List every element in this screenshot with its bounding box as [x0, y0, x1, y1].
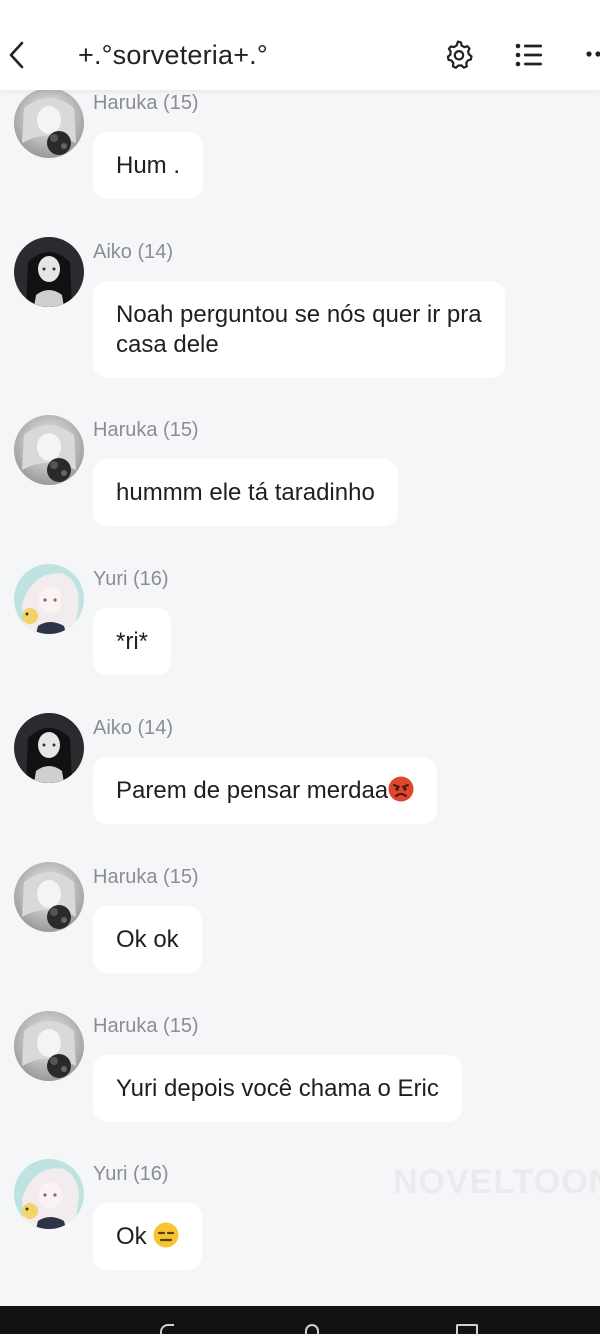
chat-screen: Haruka (15) Hum . Aiko (14) Noah pergunt… [0, 0, 600, 1334]
sender-name: Yuri (16) [93, 568, 169, 590]
message-text: Yuri depois você chama o Eric [116, 1075, 439, 1102]
nav-recents-icon[interactable] [456, 1324, 478, 1334]
menu-list-button[interactable] [513, 40, 545, 70]
message-text: Hum . [116, 152, 181, 179]
chat-title: +.°sorveteria+.° [78, 40, 268, 70]
message-text: Noah perguntou se nós quer ir pra casa d… [116, 301, 482, 358]
message-bubble[interactable]: *ri* [93, 608, 172, 675]
chevron-left-icon [9, 41, 24, 69]
message-text: hummm ele tá taradinho [116, 479, 375, 506]
more-icon [586, 51, 600, 57]
message-bubble[interactable]: hummm ele tá taradinho [93, 459, 398, 526]
message-bubble[interactable]: Noah perguntou se nós quer ir pra casa d… [93, 281, 505, 378]
avatar-aiko[interactable] [14, 237, 84, 307]
message-text: Ok [116, 1223, 154, 1250]
avatar-haruka[interactable] [14, 862, 84, 932]
message-list[interactable]: Haruka (15) Hum . Aiko (14) Noah pergunt… [0, 0, 600, 1306]
system-navigation-bar [0, 1306, 600, 1334]
sender-name: Aiko (14) [93, 717, 174, 739]
chat-header: +.°sorveteria+.° [0, 0, 600, 90]
gear-icon [446, 40, 473, 69]
settings-button[interactable] [442, 38, 474, 70]
message-text: Ok ok [116, 926, 179, 953]
message-bubble[interactable]: Parem de pensar merdaa [93, 757, 438, 824]
message-bubble[interactable]: Yuri depois você chama o Eric [93, 1055, 462, 1122]
list-icon [515, 43, 542, 67]
avatar-haruka[interactable] [14, 1011, 84, 1081]
avatar-yuri[interactable] [14, 564, 84, 634]
more-button[interactable] [584, 44, 600, 64]
avatar-aiko[interactable] [14, 713, 84, 783]
message-bubble[interactable]: Ok ok [93, 906, 202, 973]
sender-name: Haruka (15) [93, 92, 199, 114]
sender-name: Yuri (16) [93, 1163, 169, 1185]
nav-back-icon[interactable] [160, 1324, 174, 1334]
message-text: Parem de pensar merdaa [116, 777, 389, 804]
avatar-haruka[interactable] [14, 88, 84, 158]
sender-name: Haruka (15) [93, 419, 199, 441]
sender-name: Aiko (14) [93, 241, 174, 263]
back-button[interactable] [2, 38, 32, 72]
sender-name: Haruka (15) [93, 866, 199, 888]
watermark: NOVELTOON [393, 1163, 600, 1201]
message-bubble[interactable]: Hum . [93, 132, 204, 199]
sender-name: Haruka (15) [93, 1015, 199, 1037]
angry-face-emoji [388, 776, 414, 802]
avatar-yuri[interactable] [14, 1159, 84, 1229]
message-text: *ri* [116, 628, 149, 655]
avatar-haruka[interactable] [14, 415, 84, 485]
nav-home-icon[interactable] [305, 1324, 319, 1334]
expressionless-face-emoji [153, 1222, 179, 1248]
message-bubble[interactable]: Ok [93, 1203, 203, 1270]
